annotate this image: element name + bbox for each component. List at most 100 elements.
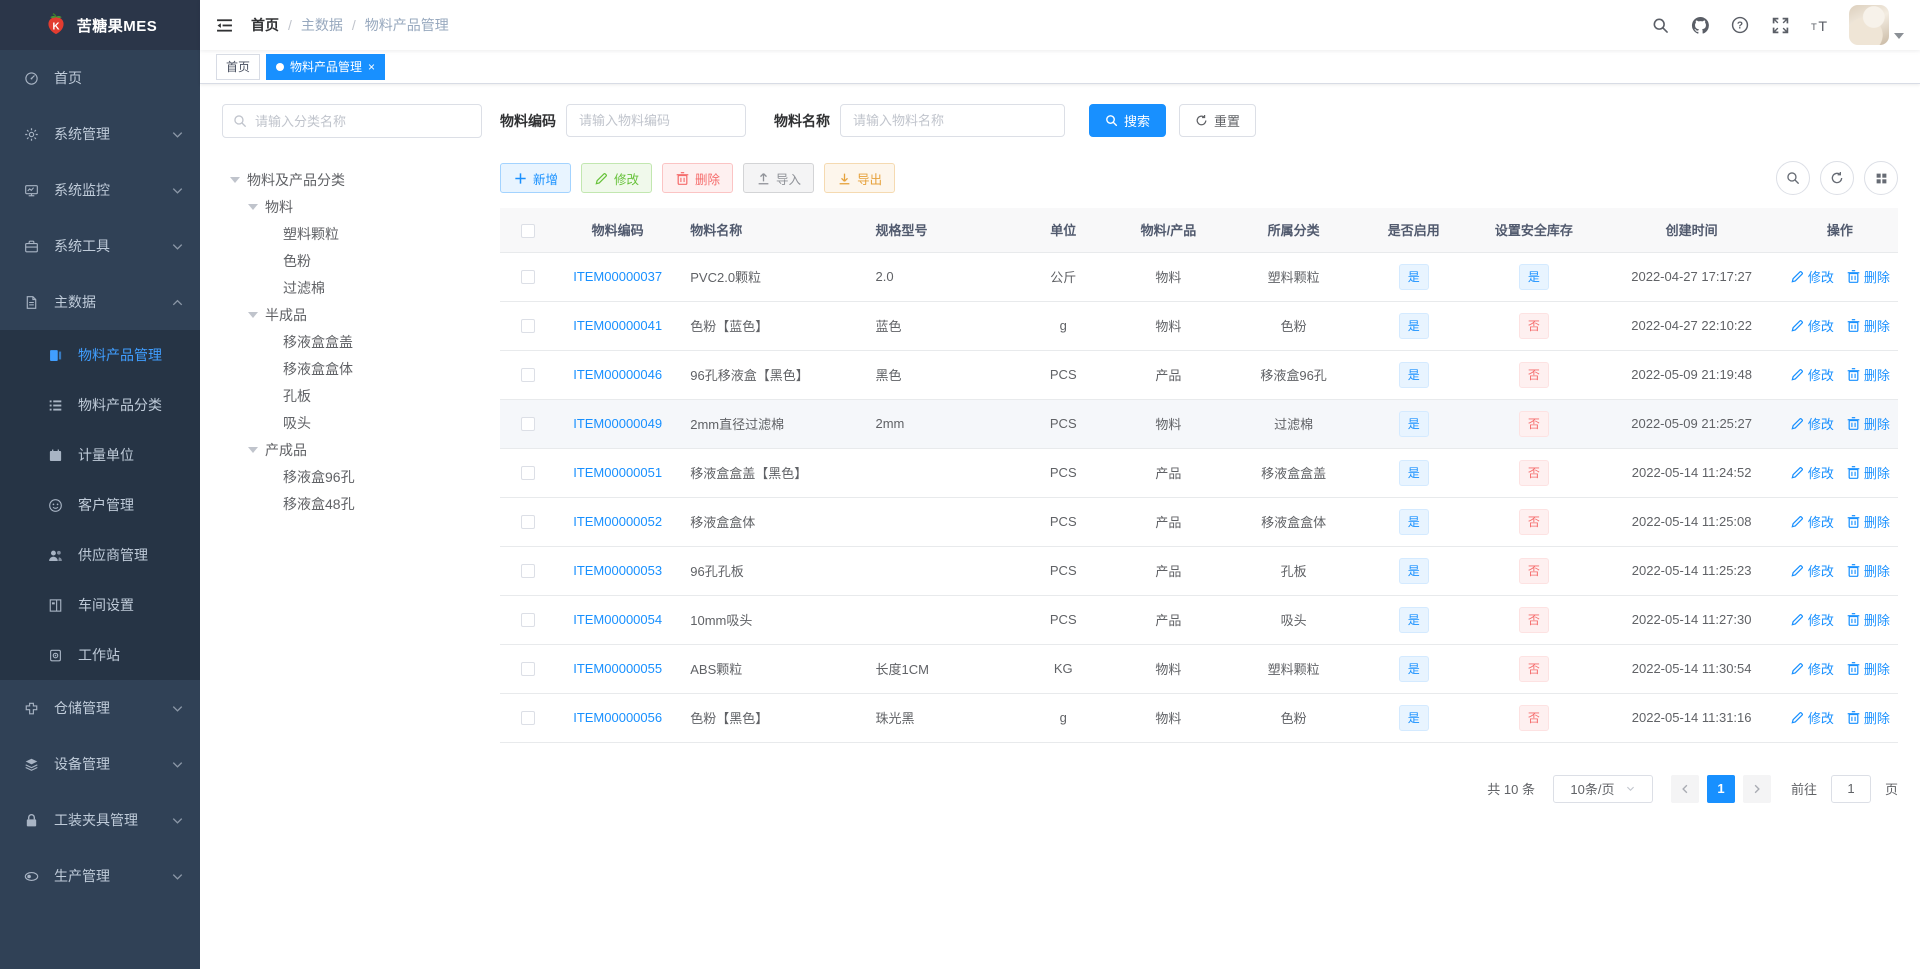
tree-node-吸头[interactable]: 吸头 <box>222 409 482 436</box>
row-checkbox[interactable] <box>520 417 535 432</box>
row-checkbox[interactable] <box>520 368 535 383</box>
新增-button[interactable]: 新增 <box>500 163 572 193</box>
delete-row-link[interactable]: 删除 <box>1846 561 1890 580</box>
sidebar-item-工装夹具管理[interactable]: 工装夹具管理 <box>0 792 200 848</box>
user-menu[interactable] <box>1849 5 1904 45</box>
reset-button[interactable]: 重置 <box>1179 104 1257 137</box>
item-code-link[interactable]: ITEM00000055 <box>573 661 662 676</box>
sidebar-item-系统管理[interactable]: 系统管理 <box>0 106 200 162</box>
item-code-link[interactable]: ITEM00000051 <box>573 465 662 480</box>
edit-row-link[interactable]: 修改 <box>1790 316 1834 335</box>
row-checkbox[interactable] <box>520 564 535 579</box>
item-code-link[interactable]: ITEM00000037 <box>573 269 662 284</box>
sidebar-item-仓储管理[interactable]: 仓储管理 <box>0 680 200 736</box>
tree-node-孔板[interactable]: 孔板 <box>222 382 482 409</box>
sidebar-item-主数据[interactable]: 主数据 <box>0 274 200 330</box>
tree-node-塑料颗粒[interactable]: 塑料颗粒 <box>222 220 482 247</box>
sidebar-toggle-icon[interactable] <box>216 17 233 34</box>
tree-expand-caret[interactable] <box>248 311 258 318</box>
github-icon[interactable] <box>1683 8 1717 42</box>
tree-node-色粉[interactable]: 色粉 <box>222 247 482 274</box>
tree-expand-caret[interactable] <box>230 176 240 183</box>
prev-page-button[interactable] <box>1670 774 1699 803</box>
row-checkbox[interactable] <box>520 711 535 726</box>
columns-grid-icon[interactable] <box>1864 161 1898 195</box>
sidebar-item-工作站[interactable]: 工作站 <box>0 630 200 680</box>
avatar[interactable] <box>1849 5 1889 45</box>
导入-button[interactable]: 导入 <box>743 163 815 193</box>
delete-row-link[interactable]: 删除 <box>1846 463 1890 482</box>
sidebar-item-计量单位[interactable]: 计量单位 <box>0 430 200 480</box>
修改-button[interactable]: 修改 <box>581 163 653 193</box>
delete-row-link[interactable]: 删除 <box>1846 365 1890 384</box>
select-all-checkbox[interactable] <box>520 223 535 238</box>
tree-expand-caret[interactable] <box>248 203 258 210</box>
sidebar-item-设备管理[interactable]: 设备管理 <box>0 736 200 792</box>
tab-home[interactable]: 首页 <box>216 53 261 80</box>
sidebar-item-生产管理[interactable]: 生产管理 <box>0 848 200 904</box>
tree-node-物料[interactable]: 物料 <box>222 193 482 220</box>
tree-node-产成品[interactable]: 产成品 <box>222 436 482 463</box>
tree-node-移液盒盒体[interactable]: 移液盒盒体 <box>222 355 482 382</box>
page-number-1[interactable]: 1 <box>1706 774 1735 803</box>
category-search-input[interactable] <box>255 113 471 129</box>
breadcrumb-home[interactable]: 首页 <box>251 15 279 35</box>
next-page-button[interactable] <box>1742 774 1771 803</box>
tree-node-半成品[interactable]: 半成品 <box>222 301 482 328</box>
app-logo[interactable]: K 苦糖果MES <box>0 0 200 50</box>
goto-page-input[interactable] <box>1830 774 1871 803</box>
material-code-input[interactable] <box>566 104 746 137</box>
edit-row-link[interactable]: 修改 <box>1790 708 1834 727</box>
sidebar-item-物料产品管理[interactable]: 物料产品管理 <box>0 330 200 380</box>
delete-row-link[interactable]: 删除 <box>1846 708 1890 727</box>
fullscreen-icon[interactable] <box>1763 8 1797 42</box>
close-icon[interactable]: × <box>368 61 375 73</box>
delete-row-link[interactable]: 删除 <box>1846 659 1890 678</box>
tree-node-移液盒盒盖[interactable]: 移液盒盒盖 <box>222 328 482 355</box>
item-code-link[interactable]: ITEM00000054 <box>573 612 662 627</box>
question-icon[interactable]: ? <box>1723 8 1757 42</box>
row-checkbox[interactable] <box>520 613 535 628</box>
edit-row-link[interactable]: 修改 <box>1790 267 1834 286</box>
search-icon[interactable] <box>1643 8 1677 42</box>
toggle-search-icon[interactable] <box>1776 161 1810 195</box>
row-checkbox[interactable] <box>520 515 535 530</box>
item-code-link[interactable]: ITEM00000052 <box>573 514 662 529</box>
page-size-select[interactable]: 10条/页 <box>1552 774 1653 803</box>
row-checkbox[interactable] <box>520 319 535 334</box>
tree-node-物料及产品分类[interactable]: 物料及产品分类 <box>222 166 482 193</box>
sidebar-item-车间设置[interactable]: 车间设置 <box>0 580 200 630</box>
item-code-link[interactable]: ITEM00000053 <box>573 563 662 578</box>
sidebar-item-客户管理[interactable]: 客户管理 <box>0 480 200 530</box>
sidebar-item-物料产品分类[interactable]: 物料产品分类 <box>0 380 200 430</box>
row-checkbox[interactable] <box>520 466 535 481</box>
delete-row-link[interactable]: 删除 <box>1846 610 1890 629</box>
导出-button[interactable]: 导出 <box>824 163 896 193</box>
edit-row-link[interactable]: 修改 <box>1790 659 1834 678</box>
sidebar-item-系统监控[interactable]: 系统监控 <box>0 162 200 218</box>
row-checkbox[interactable] <box>520 270 535 285</box>
tab-material-product[interactable]: 物料产品管理 × <box>266 53 386 80</box>
delete-row-link[interactable]: 删除 <box>1846 267 1890 286</box>
sidebar-item-供应商管理[interactable]: 供应商管理 <box>0 530 200 580</box>
refresh-icon[interactable] <box>1820 161 1854 195</box>
edit-row-link[interactable]: 修改 <box>1790 610 1834 629</box>
row-checkbox[interactable] <box>520 662 535 677</box>
delete-row-link[interactable]: 删除 <box>1846 316 1890 335</box>
delete-row-link[interactable]: 删除 <box>1846 414 1890 433</box>
edit-row-link[interactable]: 修改 <box>1790 365 1834 384</box>
search-button[interactable]: 搜索 <box>1089 104 1167 137</box>
edit-row-link[interactable]: 修改 <box>1790 561 1834 580</box>
tree-expand-caret[interactable] <box>248 446 258 453</box>
material-name-input[interactable] <box>840 104 1065 137</box>
删除-button[interactable]: 删除 <box>662 163 734 193</box>
delete-row-link[interactable]: 删除 <box>1846 512 1890 531</box>
item-code-link[interactable]: ITEM00000046 <box>573 367 662 382</box>
item-code-link[interactable]: ITEM00000041 <box>573 318 662 333</box>
edit-row-link[interactable]: 修改 <box>1790 414 1834 433</box>
item-code-link[interactable]: ITEM00000056 <box>573 710 662 725</box>
sidebar-item-首页[interactable]: 首页 <box>0 50 200 106</box>
tree-node-移液盒96孔[interactable]: 移液盒96孔 <box>222 463 482 490</box>
tree-node-过滤棉[interactable]: 过滤棉 <box>222 274 482 301</box>
edit-row-link[interactable]: 修改 <box>1790 512 1834 531</box>
